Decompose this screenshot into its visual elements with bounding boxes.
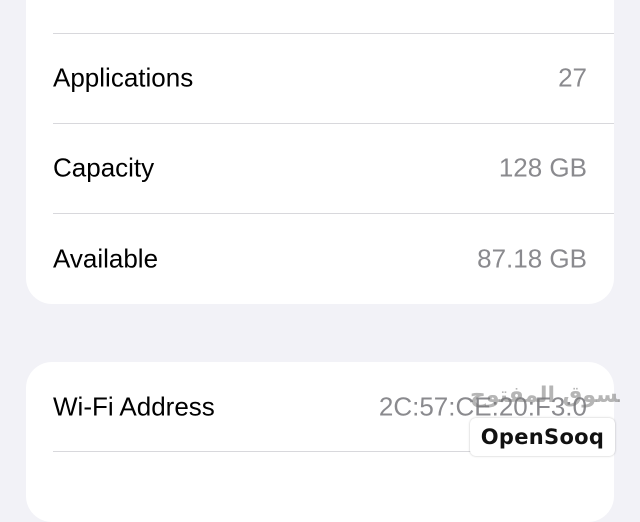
watermark-arabic-text: السوق المفتوح [470, 383, 620, 408]
applications-row: Applications 27 [26, 33, 614, 123]
applications-value: 27 [558, 62, 587, 93]
wifi-address-label: Wi-Fi Address [53, 391, 215, 422]
available-value: 87.18 GB [477, 243, 587, 274]
available-row: Available 87.18 GB [26, 214, 614, 304]
available-label: Available [53, 243, 159, 274]
opensooq-watermark-badge: OpenSooq [470, 418, 615, 456]
capacity-row: Capacity 128 GB [26, 123, 614, 213]
storage-info-card: Applications 27 Capacity 128 GB Availabl… [26, 0, 614, 304]
capacity-label: Capacity [53, 152, 155, 183]
applications-label: Applications [53, 62, 194, 93]
opensooq-badge-text: OpenSooq [480, 425, 605, 449]
capacity-value: 128 GB [498, 152, 587, 183]
